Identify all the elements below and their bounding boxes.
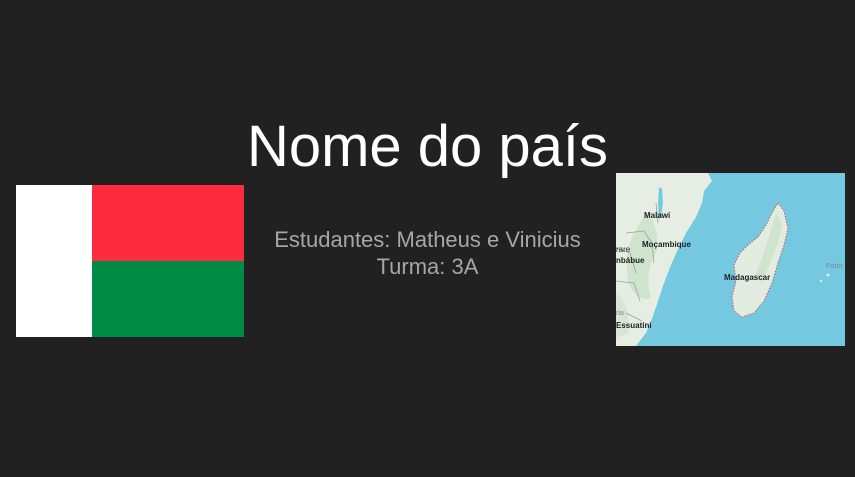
map-island-mauritius bbox=[826, 273, 830, 277]
madagascar-map-image: Malawi Moçambique rare nbábue ria Essuat… bbox=[616, 173, 845, 346]
students-text: Estudantes: Matheus e Vinicius bbox=[274, 227, 581, 252]
madagascar-flag-image bbox=[16, 185, 244, 337]
flag-white-band bbox=[16, 185, 92, 337]
slide: Nome do país Estudantes: Matheus e Vinic… bbox=[0, 0, 855, 477]
map-label-malawi: Malawi bbox=[644, 211, 670, 220]
class-text: Turma: 3A bbox=[376, 254, 479, 279]
map-label-harare: rare bbox=[616, 245, 631, 254]
flag-red-band bbox=[92, 185, 244, 261]
map-label-madagascar: Madagascar bbox=[724, 273, 770, 282]
slide-title: Nome do país bbox=[246, 114, 609, 179]
map-label-porto: Porto bbox=[826, 263, 843, 270]
map-label-eswatini: Essuatíni bbox=[616, 321, 652, 330]
map-label-pria: ria bbox=[616, 310, 624, 317]
map-label-mozambique: Moçambique bbox=[642, 240, 691, 249]
map-label-zimbabwe: nbábue bbox=[616, 256, 645, 265]
slide-subtitle: Estudantes: Matheus e Vinicius Turma: 3A bbox=[240, 226, 615, 280]
map-island-reunion bbox=[819, 279, 823, 283]
flag-green-band bbox=[92, 261, 244, 337]
